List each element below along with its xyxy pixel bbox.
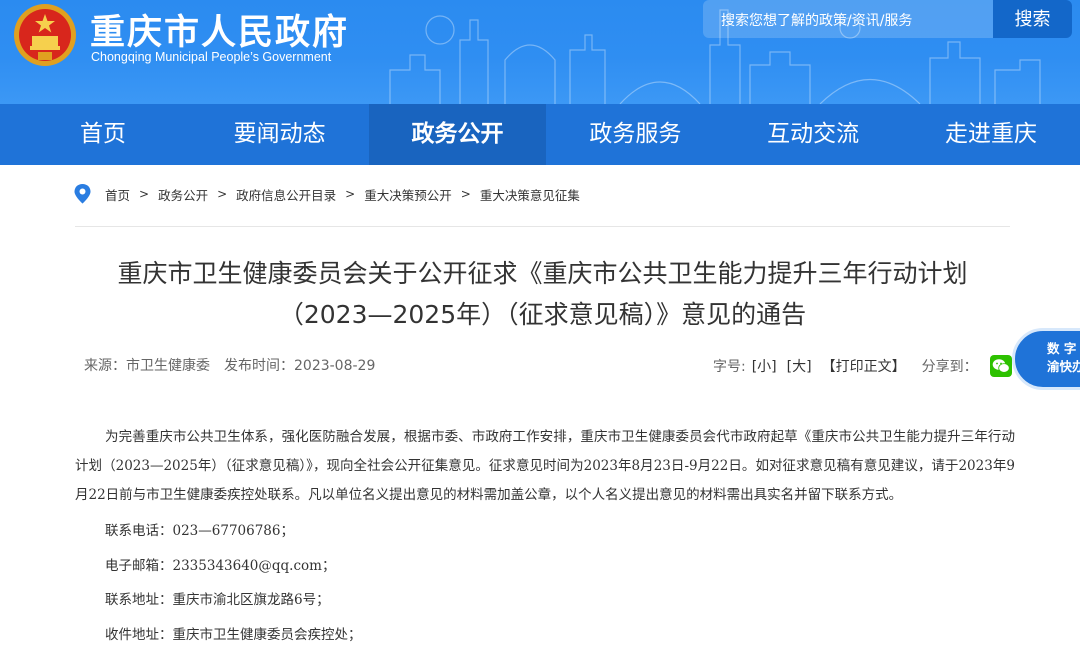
national-emblem-icon [14, 4, 76, 66]
breadcrumb-item-pre-disclosure[interactable]: 重大决策预公开 [364, 185, 452, 204]
breadcrumb-separator: > [460, 187, 471, 201]
main-nav: 首页 要闻动态 政务公开 政务服务 互动交流 走进重庆 [0, 104, 1080, 165]
breadcrumb-item-government-affairs[interactable]: 政务公开 [158, 185, 208, 204]
breadcrumb-item-info-catalog[interactable]: 政府信息公开目录 [236, 185, 336, 204]
divider [75, 226, 1010, 227]
font-large-button[interactable]: [大] [787, 356, 812, 376]
search-button[interactable]: 搜索 [993, 0, 1072, 38]
search-input[interactable]: 搜索您想了解的政策/资讯/服务 [703, 0, 993, 38]
article-paragraph: 为完善重庆市公共卫生体系，强化医防融合发展，根据市委、市政府工作安排，重庆市卫生… [75, 429, 1015, 503]
nav-item-home[interactable]: 首页 [0, 104, 191, 165]
breadcrumb-separator: > [139, 187, 150, 201]
print-button[interactable]: 【打印正文】 [822, 356, 906, 376]
breadcrumb-separator: > [217, 187, 228, 201]
float-panel-line: 数 字 [1047, 341, 1077, 356]
share-label: 分享到： [921, 359, 978, 375]
article-title-line: 重庆市卫生健康委员会关于公开征求《重庆市公共卫生能力提升三年行动计划 [117, 259, 968, 288]
article-meta: 来源：市卫生健康委 发布时间：2023-08-29 [84, 355, 375, 375]
nav-item-about-chongqing[interactable]: 走进重庆 [902, 104, 1080, 165]
nav-item-news[interactable]: 要闻动态 [191, 104, 369, 165]
content-area: 首页 > 政务公开 > 政府信息公开目录 > 重大决策预公开 > 重大决策意见征… [0, 165, 1080, 665]
receiver-address: 收件地址：重庆市卫生健康委员会疾控处； [105, 626, 362, 643]
contact-email: 电子邮箱：2335343640@qq.com； [105, 557, 336, 574]
float-panel-line: 渝快办 [1047, 359, 1080, 374]
contact-address: 联系地址：重庆市渝北区旗龙路6号； [105, 592, 330, 608]
site-title[interactable]: 重庆市人民政府 [90, 4, 349, 55]
digital-chongqing-float-button[interactable]: 数 字 渝快办 [1012, 328, 1080, 390]
nav-item-government-affairs[interactable]: 政务公开 [368, 104, 547, 165]
site-subtitle: Chongqing Municipal People’s Government [91, 50, 332, 64]
breadcrumb-item-opinion-collection[interactable]: 重大决策意见征集 [480, 185, 580, 204]
article-tools: 字号: [小] [大] 【打印正文】 分享到： [713, 355, 1012, 377]
article-title: 重庆市卫生健康委员会关于公开征求《重庆市公共卫生能力提升三年行动计划 （2023… [60, 253, 1025, 335]
article-source: 来源：市卫生健康委 [84, 358, 210, 374]
breadcrumb-item-home[interactable]: 首页 [105, 185, 130, 204]
site-header: 重庆市人民政府 Chongqing Municipal People’s Gov… [0, 0, 1080, 104]
article-body: 为完善重庆市公共卫生体系，强化医防融合发展，根据市委、市政府工作安排，重庆市卫生… [75, 423, 1015, 652]
font-size-label: 字号: [713, 359, 746, 375]
nav-item-government-services[interactable]: 政务服务 [546, 104, 724, 165]
font-small-button[interactable]: [小] [752, 356, 777, 376]
article-title-line: （2023—2025年）（征求意见稿）》意见的通告 [278, 300, 807, 329]
breadcrumb: 首页 > 政务公开 > 政府信息公开目录 > 重大决策预公开 > 重大决策意见征… [74, 183, 580, 205]
contact-phone: 联系电话：023—67706786； [105, 523, 294, 539]
location-pin-icon [74, 184, 91, 204]
wechat-icon[interactable] [989, 355, 1012, 377]
breadcrumb-separator: > [345, 187, 356, 201]
nav-item-interaction[interactable]: 互动交流 [724, 104, 902, 165]
article-publish-time: 发布时间：2023-08-29 [224, 358, 376, 374]
